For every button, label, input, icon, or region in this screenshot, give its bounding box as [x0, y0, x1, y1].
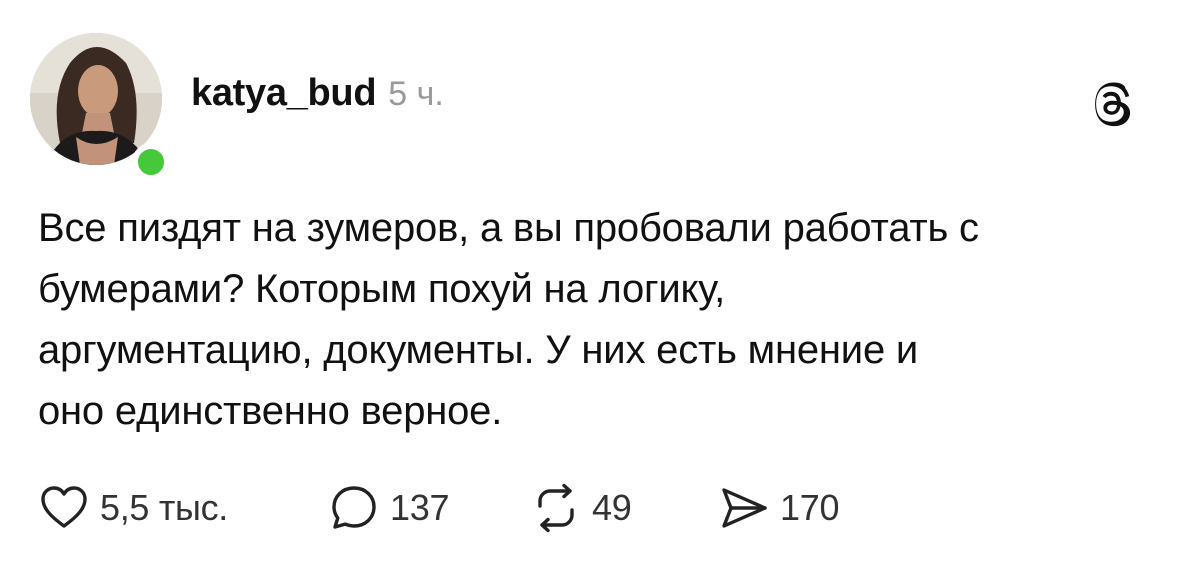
post-actions-bar: 5,5 тыс. 137 49 170 — [38, 478, 1148, 538]
post-body-line: оно единственно верное. — [38, 389, 503, 433]
online-status-dot — [132, 143, 170, 181]
reply-count: 137 — [390, 487, 450, 528]
post-body: Все пиздят на зумеров, а вы пробовали ра… — [38, 198, 1148, 442]
author-avatar-container[interactable] — [30, 33, 170, 181]
like-count: 5,5 тыс. — [100, 487, 229, 528]
repost-button[interactable]: 49 — [530, 478, 632, 538]
post-timestamp: 5 ч. — [388, 75, 444, 113]
comment-bubble-icon — [328, 482, 380, 534]
post-body-line: бумерами? Которым похуй на логику, — [38, 267, 726, 311]
reply-button[interactable]: 137 — [328, 478, 449, 538]
post-header: katya_bud 5 ч. — [191, 72, 444, 128]
like-button[interactable]: 5,5 тыс. — [38, 478, 228, 538]
share-count: 170 — [780, 487, 840, 528]
heart-icon — [38, 482, 90, 534]
post-body-line: аргументацию, документы. У них есть мнен… — [38, 328, 919, 372]
repost-count: 49 — [592, 487, 632, 528]
send-icon — [718, 482, 770, 534]
username-link[interactable]: katya_bud — [191, 72, 377, 115]
share-button[interactable]: 170 — [718, 478, 839, 538]
threads-logo-icon[interactable] — [1088, 80, 1136, 128]
post-card: katya_bud 5 ч. Все пиздят на зумеров, а … — [0, 0, 1179, 563]
repost-arrows-icon — [530, 482, 582, 534]
post-body-line: Все пиздят на зумеров, а вы пробовали ра… — [38, 206, 979, 250]
